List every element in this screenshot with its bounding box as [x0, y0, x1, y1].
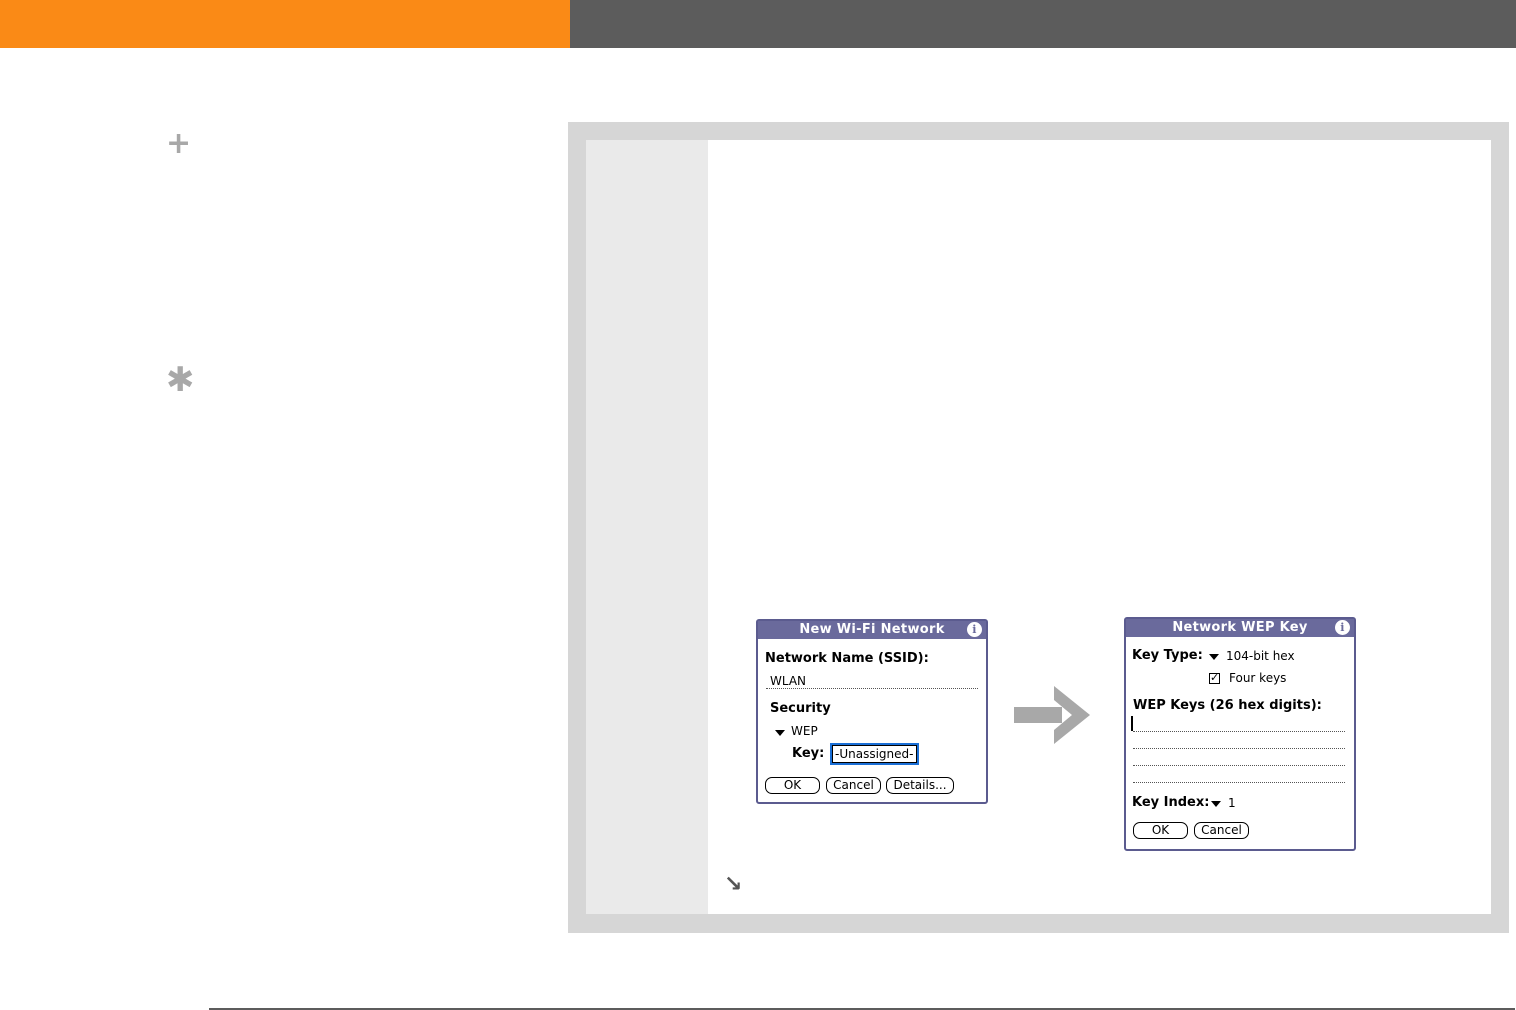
network-name-label: Network Name (SSID): [765, 651, 929, 666]
network-wep-key-dialog: Network WEP Key i Key Type: 104-bit hex … [1124, 617, 1356, 851]
dialog-title-text: New Wi-Fi Network [799, 622, 945, 637]
ok-button[interactable]: OK [765, 777, 820, 794]
dialog-title: New Wi-Fi Network i [758, 621, 986, 639]
dialog-title-text: Network WEP Key [1172, 620, 1308, 635]
security-dropdown[interactable]: WEP [791, 724, 818, 738]
four-keys-label: Four keys [1229, 671, 1287, 685]
four-keys-checkbox[interactable]: ✓ [1209, 672, 1220, 684]
wep-keys-label: WEP Keys (26 hex digits): [1133, 698, 1322, 713]
info-icon[interactable]: i [1335, 620, 1350, 635]
continue-arrow-icon[interactable]: ↘ [724, 872, 742, 897]
wep-key-4-field[interactable] [1133, 782, 1345, 783]
wep-key-2-field[interactable] [1133, 748, 1345, 749]
info-icon[interactable]: i [967, 622, 982, 637]
security-dropdown-icon[interactable] [775, 730, 785, 736]
wep-key-1-field[interactable] [1133, 731, 1345, 732]
network-name-field[interactable]: WLAN [770, 674, 806, 688]
key-type-dropdown-icon[interactable] [1209, 654, 1219, 660]
network-name-underline [766, 688, 978, 689]
cancel-button[interactable]: Cancel [826, 777, 881, 794]
asterisk-icon: ✱ [166, 360, 195, 400]
security-label: Security [770, 701, 831, 716]
ok-button[interactable]: OK [1133, 822, 1188, 839]
step-number-column [586, 140, 708, 914]
key-field[interactable]: -Unassigned- [830, 743, 919, 765]
key-index-dropdown[interactable]: 1 [1228, 796, 1236, 810]
key-type-label: Key Type: [1132, 648, 1203, 663]
arrow-right-icon [1014, 686, 1090, 744]
key-index-dropdown-icon[interactable] [1211, 801, 1221, 807]
header-orange-bar [0, 0, 570, 48]
key-index-label: Key Index: [1132, 795, 1210, 810]
text-cursor [1131, 716, 1133, 731]
cancel-button[interactable]: Cancel [1194, 822, 1249, 839]
key-type-dropdown[interactable]: 104-bit hex [1226, 649, 1295, 663]
header-gray-bar [570, 0, 1516, 48]
new-wifi-network-dialog: New Wi-Fi Network i Network Name (SSID):… [756, 619, 988, 804]
plus-icon: + [166, 126, 192, 161]
wep-key-3-field[interactable] [1133, 765, 1345, 766]
details-button[interactable]: Details... [886, 777, 954, 794]
dialog-title: Network WEP Key i [1126, 619, 1354, 637]
key-label: Key: [792, 746, 825, 761]
